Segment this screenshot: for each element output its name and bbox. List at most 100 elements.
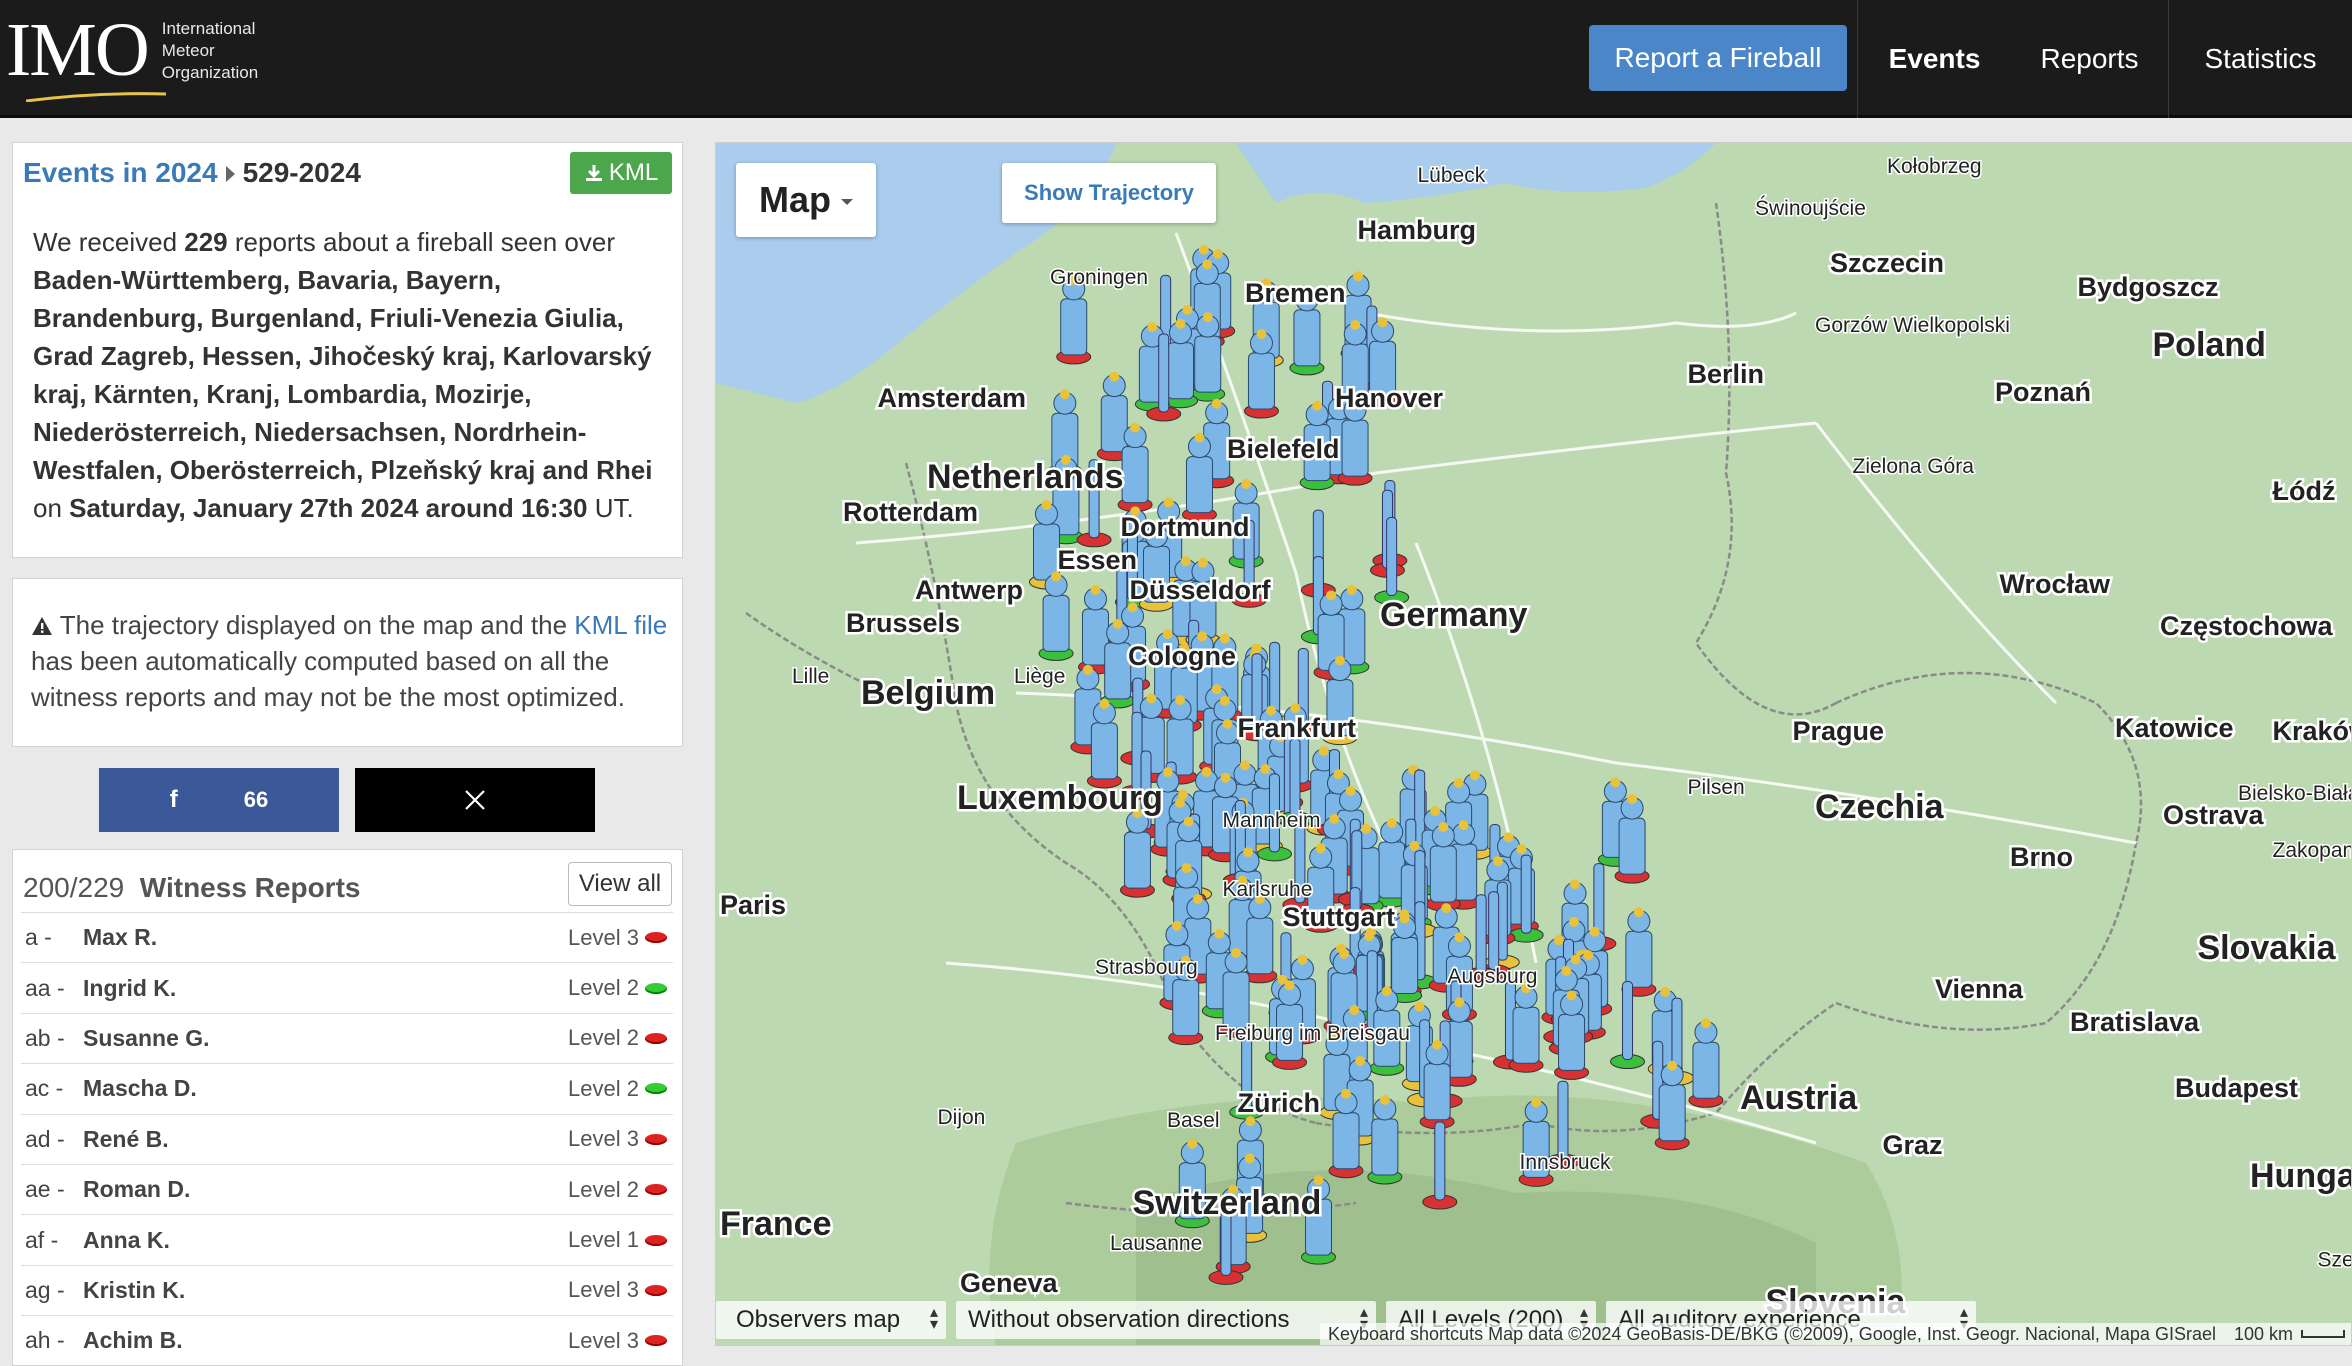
- map-label: Bremen: [1245, 278, 1346, 308]
- map-label: Prague: [1793, 716, 1885, 746]
- witness-report-row[interactable]: ad - René B. Level 3: [21, 1113, 673, 1164]
- nav-reports[interactable]: Reports: [2011, 0, 2168, 118]
- nav-events[interactable]: Events: [1857, 0, 2011, 118]
- map-label: Belgium: [861, 674, 995, 712]
- x-share-button[interactable]: [355, 768, 595, 832]
- map-label: Kraków: [2273, 716, 2352, 746]
- top-navbar: IMO International Meteor Organization Re…: [0, 0, 2352, 118]
- map-label: Liège: [1014, 665, 1065, 688]
- report-level: Level 3: [568, 1327, 639, 1353]
- imo-logo[interactable]: IMO International Meteor Organization: [6, 10, 258, 110]
- summary-on: on: [33, 493, 70, 523]
- map-label: Austria: [1740, 1079, 1858, 1117]
- witness-name[interactable]: Kristin K.: [83, 1277, 185, 1304]
- map-label: Rotterdam: [843, 497, 978, 527]
- event-tz: UT.: [587, 493, 634, 523]
- reports-title-text: Witness Reports: [139, 872, 361, 903]
- report-id: aa -: [25, 974, 65, 1001]
- map-label: Poznań: [1995, 377, 2091, 407]
- map-label: Brussels: [846, 608, 960, 638]
- report-id: af -: [25, 1226, 59, 1253]
- witness-name[interactable]: Achim B.: [83, 1327, 183, 1354]
- map-label: Vienna: [1935, 974, 2024, 1004]
- map-label: Stuttgart: [1283, 902, 1395, 932]
- breadcrumb: Events in 2024 529-2024: [23, 157, 361, 189]
- summary-pre: We received: [33, 227, 185, 257]
- witness-report-row[interactable]: ag - Kristin K. Level 3: [21, 1264, 673, 1315]
- report-level: Level 1: [568, 1227, 639, 1253]
- level-indicator-icon: [645, 1335, 667, 1347]
- facebook-share-button[interactable]: f 66: [99, 768, 339, 832]
- level-indicator-icon: [645, 1083, 667, 1095]
- kml-download-button[interactable]: KML: [570, 152, 672, 194]
- witness-name[interactable]: Max R.: [83, 924, 157, 951]
- witness-report-row[interactable]: af - Anna K. Level 1: [21, 1214, 673, 1264]
- report-level: Level 3: [568, 1277, 639, 1303]
- report-level: Level 3: [568, 1126, 639, 1152]
- map-label: Szczecin: [1830, 248, 1944, 278]
- breadcrumb-arrow-icon: [225, 165, 235, 182]
- witness-name[interactable]: Roman D.: [83, 1176, 190, 1203]
- map-canvas[interactable]: Hamburg Lübeck Kołobrzeg Świnoujście Szczeci…: [716, 143, 2352, 1346]
- breadcrumb-year-link[interactable]: Events in 2024: [23, 157, 218, 188]
- summary-mid: reports about a fireball seen over: [227, 227, 615, 257]
- observers-map-select[interactable]: Observers map ▴ ▾: [716, 1301, 946, 1339]
- chevron-down-icon: [841, 199, 853, 205]
- show-trajectory-button[interactable]: Show Trajectory: [1002, 163, 1216, 223]
- breadcrumb-event-id: 529-2024: [242, 157, 361, 188]
- map-label: Germany: [1380, 596, 1527, 634]
- report-id: ae -: [25, 1176, 65, 1203]
- map-label: Częstochowa: [2160, 611, 2334, 641]
- witness-name[interactable]: Ingrid K.: [83, 975, 176, 1002]
- logo-mark: IMO: [6, 8, 150, 92]
- map-label: Bratislava: [2070, 1007, 2200, 1037]
- trajectory-notice-panel: The trajectory displayed on the map and …: [12, 578, 683, 747]
- witness-name[interactable]: Anna K.: [83, 1227, 170, 1254]
- updown-icon: ▴▾: [929, 1304, 938, 1333]
- level-indicator-icon: [645, 1032, 667, 1044]
- trajectory-notice: The trajectory displayed on the map and …: [31, 607, 671, 715]
- download-icon: [585, 165, 602, 181]
- map-type-dropdown[interactable]: Map: [736, 163, 876, 237]
- witness-report-row[interactable]: ah - Achim B. Level 3: [21, 1315, 673, 1365]
- view-all-button[interactable]: View all: [568, 862, 672, 906]
- map-label: Mannheim: [1223, 809, 1321, 832]
- report-level: Level 3: [568, 924, 639, 950]
- map-label: Dijon: [938, 1106, 986, 1129]
- witness-report-row[interactable]: ab - Susanne G. Level 2: [21, 1012, 673, 1063]
- witness-report-row[interactable]: ac - Mascha D. Level 2: [21, 1063, 673, 1113]
- map-label: Bielefeld: [1227, 434, 1340, 464]
- report-count: 229: [184, 227, 228, 257]
- kml-file-link[interactable]: KML file: [574, 610, 667, 640]
- reports-count: 200/229: [23, 872, 125, 903]
- map-label: Augsburg: [1448, 965, 1538, 988]
- map-label: Essen: [1058, 545, 1138, 575]
- witness-name[interactable]: Susanne G.: [83, 1025, 210, 1052]
- map-label: Düsseldorf: [1130, 575, 1272, 605]
- witness-report-row[interactable]: aa - Ingrid K. Level 2: [21, 962, 673, 1012]
- map-label: Graz: [1883, 1130, 1943, 1160]
- map-label: France: [720, 1205, 832, 1243]
- witness-name[interactable]: René B.: [83, 1126, 169, 1153]
- map-label: Kołobrzeg: [1887, 155, 1982, 178]
- facebook-icon: f: [169, 786, 178, 813]
- map-label: Zürich: [1238, 1088, 1321, 1118]
- map-type-label: Map: [759, 179, 831, 220]
- witness-name[interactable]: Mascha D.: [83, 1075, 197, 1102]
- witness-report-row[interactable]: a - Max R. Level 3: [21, 912, 673, 962]
- map-label: Frankfurt: [1238, 713, 1357, 743]
- witness-report-row[interactable]: ae - Roman D. Level 2: [21, 1163, 673, 1214]
- map-label: Dortmund: [1121, 512, 1250, 542]
- directions-select[interactable]: Without observation directions▴▾: [956, 1301, 1376, 1339]
- attribution-text: Keyboard shortcuts Map data ©2024 GeoBas…: [1327, 1323, 2216, 1344]
- observers-map[interactable]: Hamburg Lübeck Kołobrzeg Świnoujście Szczeci…: [715, 142, 2352, 1346]
- x-logo-icon: [465, 790, 485, 810]
- map-label: Paris: [720, 890, 786, 920]
- map-label: Budapest: [2175, 1073, 2298, 1103]
- map-label: Berlin: [1688, 359, 1765, 389]
- map-label: Hungary: [2250, 1157, 2352, 1195]
- nav-statistics[interactable]: Statistics: [2168, 0, 2352, 118]
- report-fireball-button[interactable]: Report a Fireball: [1589, 25, 1847, 91]
- observers-select-value: Observers map: [736, 1306, 901, 1333]
- report-level: Level 2: [568, 975, 639, 1001]
